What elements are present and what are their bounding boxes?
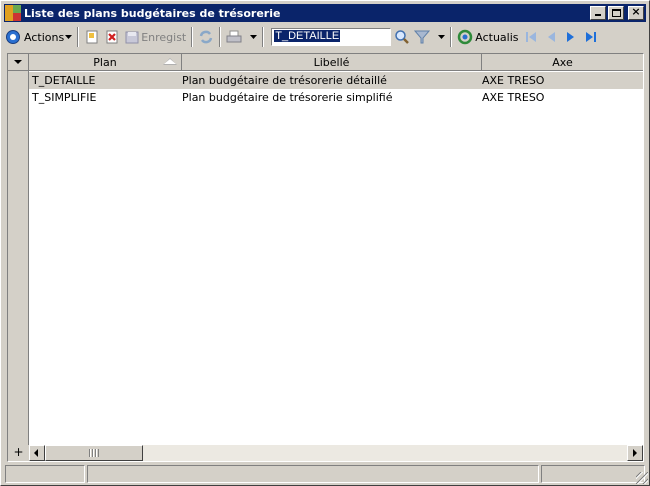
- actions-button[interactable]: Actions: [3, 26, 74, 48]
- refresh-button[interactable]: Actualis: [455, 26, 520, 48]
- previous-icon: [543, 29, 559, 45]
- toolbar-separator: [450, 27, 453, 47]
- column-header-libelle[interactable]: Libellé: [182, 54, 482, 70]
- cell-axe[interactable]: AXE TRESO: [479, 91, 639, 104]
- scrollbar-thumb[interactable]: [45, 445, 143, 461]
- data-grid: Plan Libellé Axe T_DETAILLE Plan budgéta…: [7, 53, 644, 462]
- search-value: T_DETAILLE: [274, 30, 341, 42]
- column-header-label: Libellé: [313, 55, 350, 69]
- toolbar-separator: [219, 27, 222, 47]
- first-record-button[interactable]: [521, 26, 541, 48]
- arrow-right-icon: [633, 449, 637, 457]
- cell-plan[interactable]: T_SIMPLIFIE: [29, 91, 179, 104]
- maximize-button[interactable]: [608, 6, 624, 20]
- new-button[interactable]: [82, 26, 102, 48]
- save-icon: [124, 29, 140, 45]
- chevron-down-icon: [438, 35, 446, 39]
- column-header-axe[interactable]: Axe: [482, 54, 643, 70]
- column-header-plan[interactable]: Plan: [29, 54, 182, 70]
- scroll-left-button[interactable]: [29, 445, 45, 461]
- refresh-icon: [457, 29, 473, 45]
- previous-record-button[interactable]: [541, 26, 561, 48]
- horizontal-scrollbar[interactable]: [29, 445, 643, 461]
- sync-button[interactable]: [196, 26, 216, 48]
- toolbar-separator: [191, 27, 194, 47]
- next-record-button[interactable]: [561, 26, 581, 48]
- refresh-label: Actualis: [475, 30, 519, 44]
- sync-icon: [198, 29, 214, 45]
- minimize-icon: [595, 14, 601, 16]
- grid-rows: T_DETAILLE Plan budgétaire de trésorerie…: [29, 72, 643, 106]
- toolbar: Actions Enregist T_DETAILLE Actualis: [3, 24, 647, 50]
- toolbar-separator: [77, 27, 80, 47]
- close-button[interactable]: ×: [628, 5, 644, 20]
- status-panel-2: [87, 465, 539, 483]
- filter-button[interactable]: [412, 26, 447, 48]
- grid-corner-menu[interactable]: [8, 54, 29, 71]
- window-title: Liste des plans budgétaires de trésoreri…: [24, 6, 281, 20]
- save-button[interactable]: Enregist: [122, 26, 188, 48]
- row-header-column: [8, 54, 29, 461]
- delete-icon: [104, 29, 120, 45]
- filter-icon: [414, 29, 431, 45]
- next-icon: [563, 29, 579, 45]
- arrow-left-icon: [34, 449, 38, 457]
- last-icon: [583, 29, 599, 45]
- status-panel-3: [541, 465, 645, 483]
- table-row[interactable]: T_SIMPLIFIE Plan budgétaire de trésoreri…: [29, 89, 643, 106]
- cell-plan[interactable]: T_DETAILLE: [29, 74, 179, 87]
- actions-label: Actions: [24, 30, 65, 44]
- search-icon: [394, 29, 410, 45]
- grip-icon: [89, 449, 99, 457]
- table-row[interactable]: T_DETAILLE Plan budgétaire de trésorerie…: [29, 72, 643, 89]
- minimize-button[interactable]: [590, 6, 606, 20]
- chevron-down-icon: [14, 60, 22, 64]
- printer-icon: [226, 29, 242, 45]
- add-row-button[interactable]: +: [8, 445, 29, 461]
- sort-ascending-icon: [163, 58, 177, 65]
- column-header-label: Plan: [93, 55, 117, 69]
- chevron-down-icon: [65, 35, 73, 39]
- toolbar-separator: [262, 27, 265, 47]
- grid-header: Plan Libellé Axe: [29, 54, 643, 71]
- chevron-down-icon: [250, 35, 258, 39]
- first-icon: [523, 29, 539, 45]
- app-icon: [5, 5, 21, 21]
- column-header-label: Axe: [552, 55, 573, 69]
- cell-libelle[interactable]: Plan budgétaire de trésorerie simplifié: [179, 91, 479, 104]
- title-bar[interactable]: Liste des plans budgétaires de trésoreri…: [4, 4, 646, 22]
- save-label: Enregist: [141, 30, 187, 44]
- cell-libelle[interactable]: Plan budgétaire de trésorerie détaillé: [179, 74, 479, 87]
- close-icon: ×: [631, 5, 641, 18]
- delete-button[interactable]: [102, 26, 122, 48]
- resize-grip-icon[interactable]: [636, 472, 648, 484]
- maximize-icon: [612, 9, 621, 17]
- scroll-right-button[interactable]: [627, 445, 643, 461]
- status-panel-1: [5, 465, 85, 483]
- actions-icon: [5, 29, 21, 45]
- last-record-button[interactable]: [581, 26, 601, 48]
- status-bar: [5, 465, 647, 483]
- new-document-icon: [84, 29, 100, 45]
- print-button[interactable]: [224, 26, 259, 48]
- window: Liste des plans budgétaires de trésoreri…: [0, 0, 650, 486]
- search-input[interactable]: T_DETAILLE: [271, 28, 392, 46]
- search-button[interactable]: [392, 26, 412, 48]
- cell-axe[interactable]: AXE TRESO: [479, 74, 639, 87]
